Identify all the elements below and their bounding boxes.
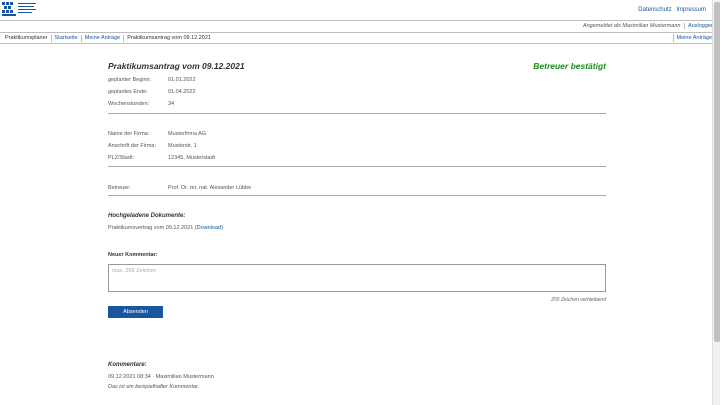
comment-textarea[interactable]: max. 255 Zeichen	[108, 264, 606, 292]
top-links: Datenschutz Impressum	[635, 7, 706, 13]
document-name: Praktikumsvertrag vom 09.12.2021	[108, 225, 194, 231]
supervisor-row: Betreuer: Prof. Dr. rer. nat. Alexander …	[108, 185, 252, 191]
download-link[interactable]: (Download)	[195, 225, 223, 231]
planned-end-row: geplantes Ende: 01.04.2022	[108, 89, 196, 95]
submit-button[interactable]: Absenden	[108, 306, 163, 318]
company-city-row: PLZ/Stadt: 12345, Musterstadt	[108, 155, 216, 161]
university-logo[interactable]	[2, 2, 42, 17]
page-title: Praktikumsantrag vom 09.12.2021	[108, 61, 245, 71]
comment-placeholder: max. 255 Zeichen	[112, 268, 156, 274]
company-address-row: Anschrift der Firma: Musterstr. 1	[108, 143, 197, 149]
planned-start-row: geplanter Beginn: 01.01.2022	[108, 77, 196, 83]
logout-link[interactable]: Ausloggen	[684, 23, 714, 29]
breadcrumb-app: Praktikumsplaner	[2, 35, 52, 42]
scrollbar-thumb[interactable]	[714, 2, 720, 342]
breadcrumb-my-requests[interactable]: Meine Anträge	[82, 35, 125, 42]
user-status-line: Angemeldet als Maximilian Mustermann Aus…	[583, 23, 714, 29]
request-detail: Praktikumsantrag vom 09.12.2021 Betreuer…	[108, 55, 608, 390]
status-badge: Betreuer bestätigt	[533, 61, 606, 71]
vertical-scrollbar[interactable]	[712, 0, 720, 405]
breadcrumb-current: Praktikumsantrag vom 09.12.2021	[127, 35, 211, 41]
nav-my-requests-link[interactable]: Meine Anträge	[672, 34, 712, 42]
header: Datenschutz Impressum	[0, 0, 712, 20]
breadcrumb: Praktikumsplaner Startseite Meine Anträg…	[2, 35, 214, 42]
breadcrumb-nav: Praktikumsplaner Startseite Meine Anträg…	[0, 32, 712, 44]
breadcrumb-home[interactable]: Startseite	[52, 35, 82, 42]
company-name-row: Name der Firma: Musterfirma AG	[108, 131, 207, 137]
logged-in-text: Angemeldet als Maximilian Mustermann	[582, 23, 681, 29]
privacy-link[interactable]: Datenschutz	[638, 7, 671, 13]
weekly-hours-row: Wochenstunden: 34	[108, 101, 175, 107]
header-divider	[0, 20, 712, 21]
imprint-link[interactable]: Impressum	[676, 7, 706, 13]
comment-text: Das ist ein beispielhafter Kommentar.	[108, 384, 200, 390]
